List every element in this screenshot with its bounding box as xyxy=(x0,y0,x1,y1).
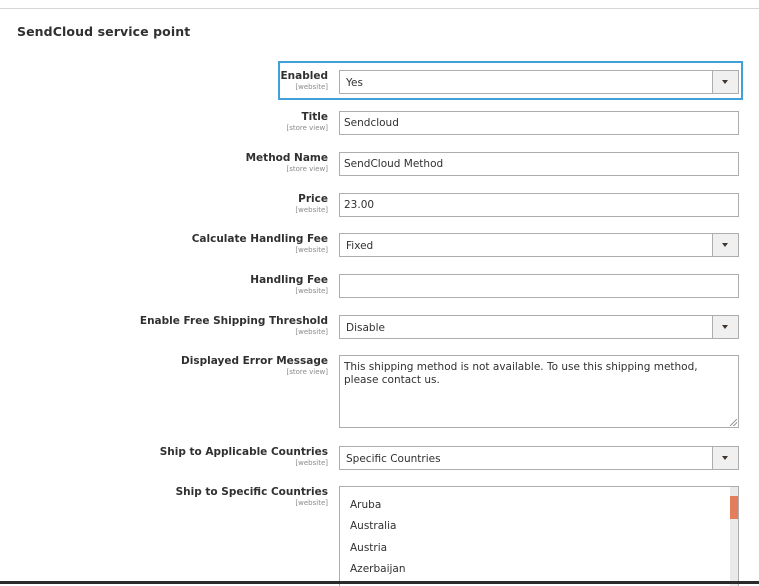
list-item[interactable]: Australia xyxy=(350,519,396,533)
free-shipping-threshold-select-button[interactable] xyxy=(712,316,738,338)
calc-handling-fee-label-group: Calculate Handling Fee [website] xyxy=(68,233,328,255)
list-item[interactable]: Azerbaijan xyxy=(350,562,406,576)
free-shipping-threshold-select-box[interactable]: Disable xyxy=(339,315,739,339)
title-field[interactable]: Sendcloud xyxy=(339,111,739,135)
list-item[interactable]: Austria xyxy=(350,541,387,555)
resize-grip-icon[interactable] xyxy=(730,419,737,426)
scrollbar-thumb[interactable] xyxy=(730,496,738,519)
ship-applicable-select[interactable]: Specific Countries xyxy=(339,446,739,470)
section-top-divider xyxy=(0,8,759,9)
ship-specific-multiselect[interactable]: Aruba Australia Austria Azerbaijan xyxy=(339,486,739,586)
free-shipping-threshold-label-group: Enable Free Shipping Threshold [website] xyxy=(68,315,328,337)
handling-fee-label-group: Handling Fee [website] xyxy=(68,274,328,296)
section-title[interactable]: SendCloud service point xyxy=(17,24,190,39)
method-name-field[interactable]: SendCloud Method xyxy=(339,152,739,176)
ship-applicable-select-button[interactable] xyxy=(712,447,738,469)
ship-applicable-label: Ship to Applicable Countries xyxy=(159,446,328,458)
calc-handling-fee-select-box[interactable]: Fixed xyxy=(339,233,739,257)
list-item[interactable]: Aruba xyxy=(350,498,381,512)
error-message-text: This shipping method is not available. T… xyxy=(344,361,698,386)
enabled-select-value: Yes xyxy=(346,77,363,89)
enabled-label: Enabled xyxy=(280,70,329,82)
method-name-scope: [store view] xyxy=(286,165,328,173)
title-input[interactable]: Sendcloud xyxy=(339,111,739,135)
enabled-label-group: Enabled [website] xyxy=(68,70,329,92)
free-shipping-threshold-select[interactable]: Disable xyxy=(339,315,739,339)
ship-specific-label: Ship to Specific Countries xyxy=(175,486,328,498)
price-label: Price xyxy=(298,193,328,205)
handling-fee-label: Handling Fee xyxy=(250,274,328,286)
ship-applicable-scope: [website] xyxy=(295,459,328,467)
enabled-select-button[interactable] xyxy=(712,71,738,93)
caret-down-icon xyxy=(722,243,728,247)
calc-handling-fee-select[interactable]: Fixed xyxy=(339,233,739,257)
error-message-label: Displayed Error Message xyxy=(181,355,328,367)
error-message-label-group: Displayed Error Message [store view] xyxy=(68,355,328,377)
method-name-label: Method Name xyxy=(245,152,328,164)
handling-fee-input[interactable] xyxy=(339,274,739,298)
handling-fee-scope: [website] xyxy=(295,287,328,295)
ship-applicable-value: Specific Countries xyxy=(346,453,441,465)
ship-applicable-label-group: Ship to Applicable Countries [website] xyxy=(68,446,328,468)
price-label-group: Price [website] xyxy=(68,193,328,215)
handling-fee-field[interactable] xyxy=(339,274,739,298)
ship-specific-label-group: Ship to Specific Countries [website] xyxy=(68,486,328,508)
method-name-input[interactable]: SendCloud Method xyxy=(339,152,739,176)
free-shipping-threshold-value: Disable xyxy=(346,322,385,334)
title-label-group: Title [store view] xyxy=(68,111,328,133)
calc-handling-fee-label: Calculate Handling Fee xyxy=(191,233,328,245)
price-scope: [website] xyxy=(295,206,328,214)
caret-down-icon xyxy=(722,456,728,460)
title-label: Title xyxy=(301,111,328,123)
error-message-scope: [store view] xyxy=(286,368,328,376)
enabled-scope: [website] xyxy=(295,83,328,91)
listbox-scrollbar[interactable] xyxy=(730,487,738,586)
calc-handling-fee-select-button[interactable] xyxy=(712,234,738,256)
ship-specific-listbox[interactable]: Aruba Australia Austria Azerbaijan xyxy=(339,486,739,586)
error-message-field[interactable]: This shipping method is not available. T… xyxy=(339,355,739,428)
free-shipping-threshold-label: Enable Free Shipping Threshold xyxy=(139,315,328,327)
title-scope: [store view] xyxy=(286,124,328,132)
free-shipping-threshold-scope: [website] xyxy=(295,328,328,336)
calc-handling-fee-value: Fixed xyxy=(346,240,374,252)
ship-specific-scope: [website] xyxy=(295,499,328,507)
price-field[interactable]: 23.00 xyxy=(339,193,739,217)
method-name-label-group: Method Name [store view] xyxy=(68,152,328,174)
error-message-textarea[interactable]: This shipping method is not available. T… xyxy=(339,355,739,428)
caret-down-icon xyxy=(722,325,728,329)
enabled-select[interactable]: Yes xyxy=(339,70,739,94)
ship-applicable-select-box[interactable]: Specific Countries xyxy=(339,446,739,470)
enabled-select-box[interactable]: Yes xyxy=(339,70,739,94)
caret-down-icon xyxy=(722,80,728,84)
calc-handling-fee-scope: [website] xyxy=(295,246,328,254)
price-input[interactable]: 23.00 xyxy=(339,193,739,217)
